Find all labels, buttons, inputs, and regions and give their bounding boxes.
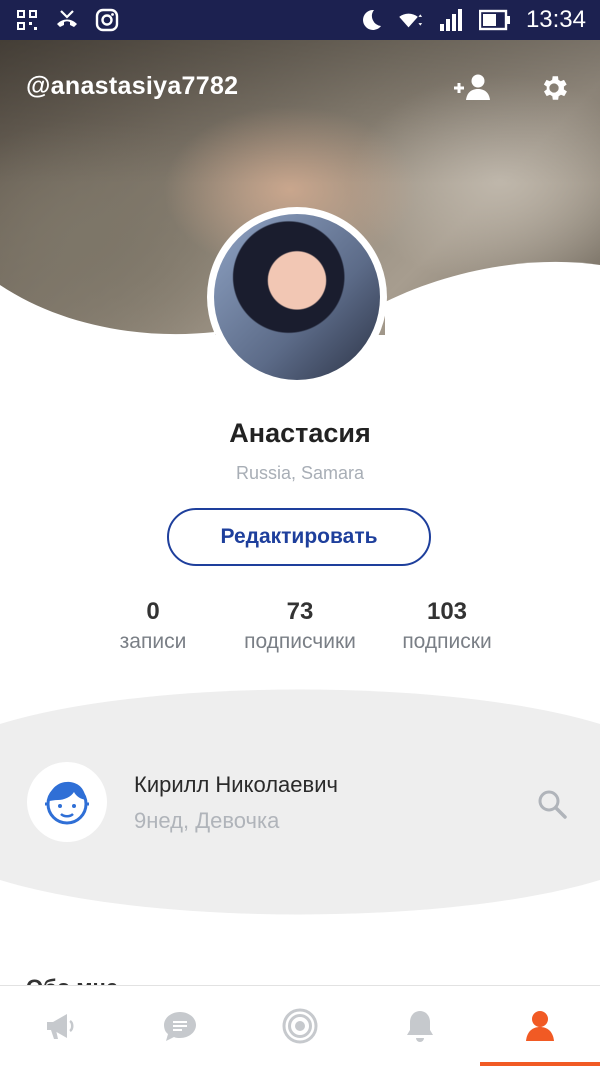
profile-name: Анастасия: [229, 418, 371, 448]
add-user-icon: [454, 74, 490, 100]
status-bar: 13:34: [0, 0, 600, 40]
megaphone-icon: [47, 1014, 74, 1039]
baby-face-icon: [45, 781, 89, 825]
profile-location: Russia, Samara: [235, 463, 365, 483]
nav-feed[interactable]: [0, 986, 120, 1066]
instagram-icon: [94, 7, 120, 33]
gear-icon: [543, 76, 567, 100]
moon-icon: [358, 7, 384, 33]
profile-username: @anastasiya7782: [26, 72, 239, 100]
wifi-icon: [398, 7, 424, 33]
stat-followers-label: подписчики: [244, 630, 356, 653]
nav-discover[interactable]: [240, 986, 360, 1066]
profile-icon: [526, 1011, 554, 1041]
nav-notifications[interactable]: [360, 986, 480, 1066]
chat-icon: [164, 1012, 196, 1041]
stat-following[interactable]: 103 подписки: [387, 598, 507, 654]
edit-profile-button[interactable]: Редактировать: [167, 508, 431, 566]
stat-followers[interactable]: 73 подписчики: [225, 598, 375, 654]
stat-following-value: 103: [426, 598, 468, 625]
qr-icon: [14, 7, 40, 33]
avatar-photo: [214, 214, 380, 380]
nav-profile[interactable]: [480, 986, 600, 1066]
child-avatar[interactable]: [27, 762, 107, 842]
bottom-nav: [0, 985, 600, 1066]
stat-followers-value: 73: [286, 598, 314, 625]
stat-posts-label: записи: [119, 630, 187, 653]
target-icon: [282, 1008, 318, 1044]
battery-icon: [478, 7, 512, 33]
child-details: 9нед, Девочка: [134, 808, 280, 833]
stat-following-label: подписки: [402, 630, 492, 653]
stat-posts-value: 0: [146, 598, 160, 625]
add-friend-button[interactable]: [452, 68, 492, 108]
profile-avatar[interactable]: [207, 207, 387, 387]
status-time: 13:34: [525, 6, 586, 33]
nav-messages[interactable]: [120, 986, 240, 1066]
signal-icon: [438, 7, 464, 33]
search-button[interactable]: [534, 786, 570, 822]
search-icon: [538, 790, 567, 819]
child-name[interactable]: Кирилл Николаевич: [134, 772, 338, 798]
bell-icon: [407, 1011, 433, 1042]
missed-call-icon: [54, 7, 80, 33]
settings-button[interactable]: [534, 68, 574, 108]
stat-posts[interactable]: 0 записи: [103, 598, 203, 654]
